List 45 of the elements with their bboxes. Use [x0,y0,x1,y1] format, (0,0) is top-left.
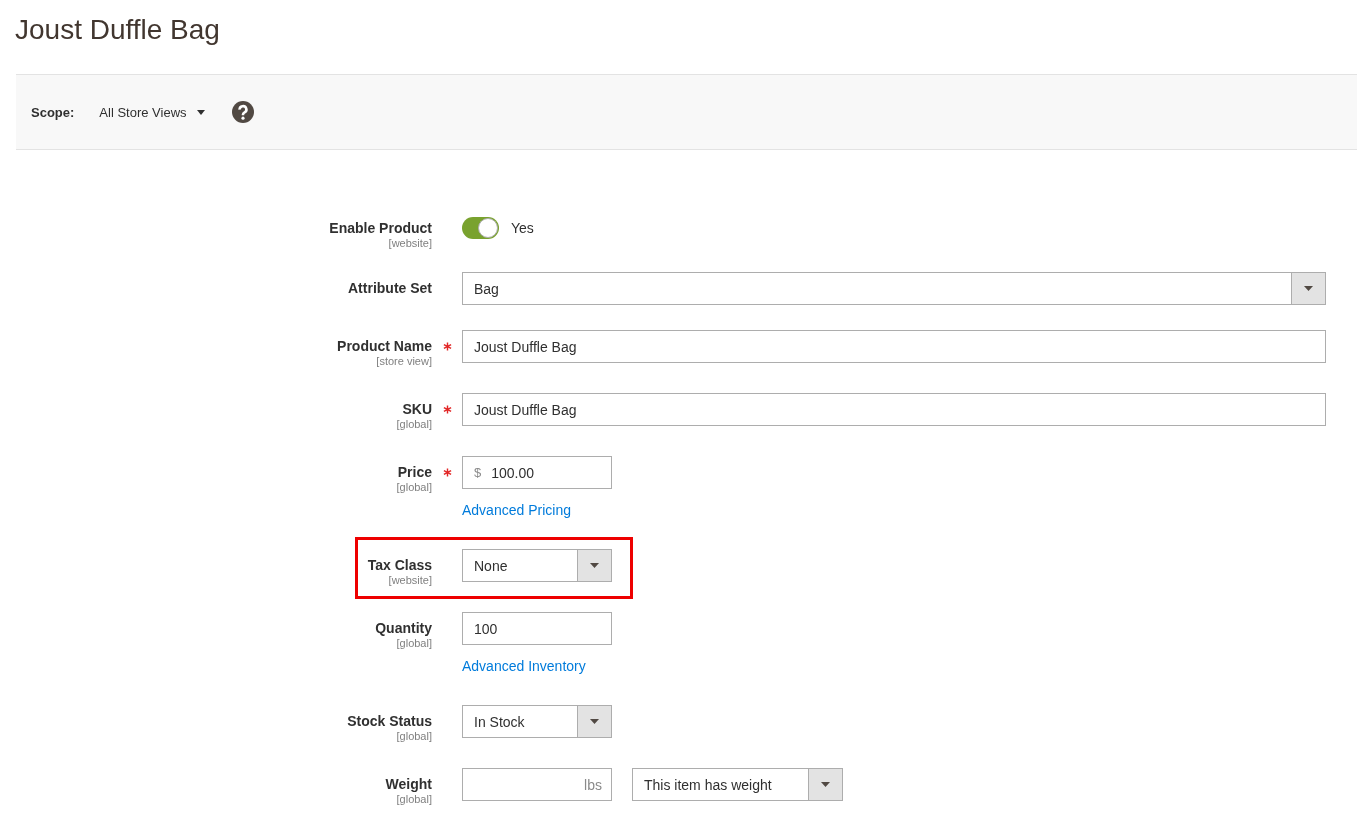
field-label: Weight [385,775,432,793]
select-field[interactable]: None [462,549,612,582]
field-label: Quantity [375,619,432,637]
scope-dropdown[interactable]: All Store Views [99,104,205,120]
toggle-switch[interactable] [462,217,499,239]
text-field[interactable]: Joust Duffle Bag [462,330,1326,363]
page-title: Joust Duffle Bag [14,13,221,47]
dropdown-button[interactable] [577,550,611,581]
link[interactable]: Advanced Pricing [462,501,571,519]
caret-icon [590,563,599,568]
scope-note: [global] [396,481,432,494]
select-field[interactable]: In Stock [462,705,612,738]
toggle-label: Yes [511,220,534,236]
weight-field[interactable]: lbs [462,768,612,801]
caret-icon [196,109,205,115]
text-field[interactable]: 100 [462,612,612,645]
scope-note: [global] [396,637,432,650]
scope-note: [website] [388,237,432,250]
dropdown-button[interactable] [1291,273,1325,304]
select-field[interactable]: Bag [462,272,1326,305]
scope-note: [store view] [376,355,432,368]
scope-note: [global] [396,418,432,431]
help-icon[interactable] [231,101,254,123]
text-field[interactable]: Joust Duffle Bag [462,393,1326,426]
field-label: Attribute Set [348,279,432,297]
scope-note: [global] [396,730,432,743]
caret-icon [1304,286,1313,291]
scope-note: [global] [396,793,432,806]
field-label: Price [397,463,432,481]
caret-icon [590,719,599,724]
scope-label: Scope: [31,104,75,120]
unit-suffix: lbs [584,776,602,793]
field-label: Product Name [337,337,432,355]
field-label: SKU [402,400,432,418]
currency-symbol: $ [474,465,482,480]
field-label: Tax Class [367,556,432,574]
dropdown-button[interactable] [808,769,842,800]
price-field[interactable]: $ 100.00 [462,456,612,489]
field-label: Stock Status [347,712,432,730]
caret-icon [821,782,830,787]
link[interactable]: Advanced Inventory [462,657,586,675]
field-label: Enable Product [329,219,432,237]
scope-note: [website] [388,574,432,587]
select-field[interactable]: This item has weight [632,768,843,801]
dropdown-button[interactable] [577,706,611,737]
